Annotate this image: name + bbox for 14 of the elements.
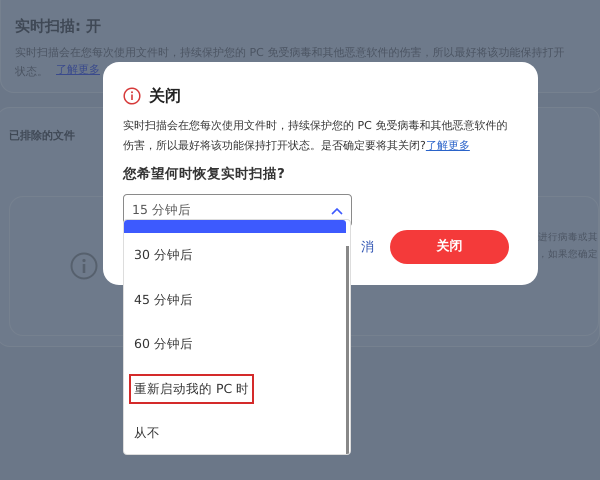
dialog-title: 关闭 (149, 85, 181, 107)
dropdown-option[interactable]: 30 分钟后 (134, 246, 193, 265)
dropdown-option[interactable]: 45 分钟后 (134, 290, 193, 310)
learn-more-link[interactable]: 了解更多 (426, 139, 470, 152)
dropdown-option[interactable]: 60 分钟后 (134, 335, 193, 354)
dialog-message: 实时扫描会在您每次使用文件时，持续保护您的 PC 免受病毒和其他恶意软件的伤害，所以最好将该功能保持打开状态。是否确定要将其关闭?了解更多 (123, 118, 508, 154)
warning-icon (123, 87, 141, 105)
question-label: 您希望何时恢复实时扫描? (123, 165, 286, 184)
cancel-button[interactable]: 消 (361, 238, 374, 258)
close-button[interactable]: 关闭 (390, 230, 509, 264)
scrollbar[interactable] (346, 246, 349, 454)
dropdown-option[interactable]: 重新启动我的 PC 时 (129, 374, 254, 404)
dropdown-option[interactable]: 从不 (134, 424, 160, 444)
info-icon (70, 252, 98, 280)
